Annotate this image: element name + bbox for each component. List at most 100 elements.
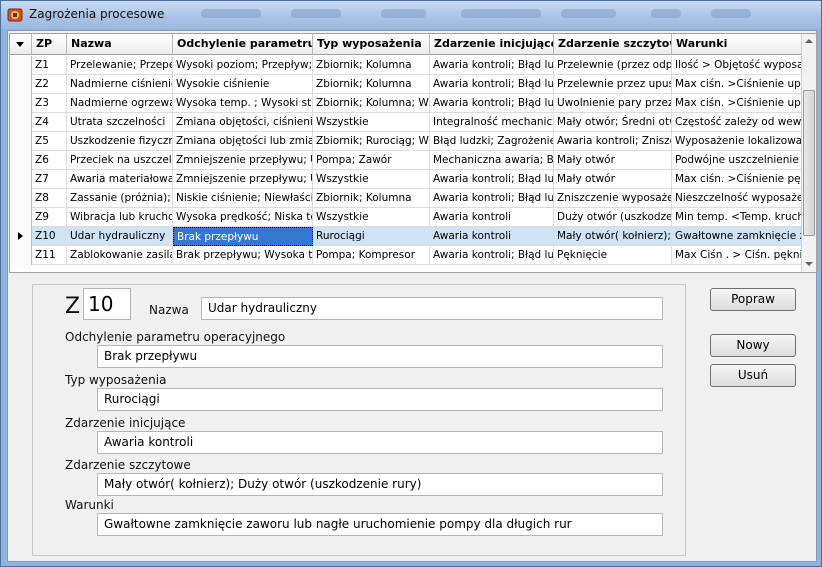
table-row[interactable]: Z5 Uszkodzenie fizyczne Zmiana objętości l… xyxy=(10,132,803,151)
table-cell[interactable]: Częstość zależy od wew... xyxy=(672,113,803,132)
table-cell[interactable]: Zbiornik; Kolumna xyxy=(313,189,430,208)
table-cell[interactable]: Wszystkie xyxy=(313,208,430,227)
table-row[interactable]: Z7 Awaria materiałowa; Zmniejszenie przepł… xyxy=(10,170,803,189)
table-cell[interactable]: Wibracja lub kruchość xyxy=(67,208,173,227)
table-cell[interactable]: Brak przepływu xyxy=(173,227,313,246)
table-cell[interactable]: Gwałtowne zamknięcie z... xyxy=(672,227,803,246)
row-indicator[interactable] xyxy=(10,56,32,75)
table-cell[interactable]: Udar hydrauliczny xyxy=(67,227,173,246)
table-cell[interactable]: Z2 xyxy=(32,75,67,94)
table-cell[interactable]: Brak przepływu; Wysoka tem xyxy=(173,246,313,265)
table-cell[interactable]: Mały otwór; Średni otw xyxy=(554,113,672,132)
table-cell[interactable]: Max ciśn. >Ciśnienie upu... xyxy=(672,94,803,113)
table-cell[interactable]: Utrata szczelności xyxy=(67,113,173,132)
row-indicator[interactable] xyxy=(10,170,32,189)
table-cell[interactable]: Wysoka prędkość; Niska tem xyxy=(173,208,313,227)
table-cell[interactable]: Niskie ciśnienie; Niewłaściwy xyxy=(173,189,313,208)
table-cell[interactable]: Z11 xyxy=(32,246,67,265)
table-cell[interactable]: Ilość > Objętość wyposa... xyxy=(672,56,803,75)
row-indicator[interactable] xyxy=(10,94,32,113)
nowy-button[interactable]: Nowy xyxy=(710,334,796,357)
table-cell[interactable]: Wszystkie xyxy=(313,170,430,189)
table-row[interactable]: Z3 Nadmierne ogrzewar Wysoka temp. ; Wysok… xyxy=(10,94,803,113)
table-cell[interactable]: Awaria kontroli; Błąd ludzk xyxy=(430,246,554,265)
table-cell[interactable]: Z10 xyxy=(32,227,67,246)
row-indicator[interactable] xyxy=(10,208,32,227)
table-cell[interactable]: Zmniejszenie przepływu; Ut xyxy=(173,170,313,189)
table-row[interactable]: Z4 Utrata szczelności Zmiana objętości, ci… xyxy=(10,113,803,132)
table-cell[interactable]: Z1 xyxy=(32,56,67,75)
table-cell[interactable]: Pompa; Kompresor xyxy=(313,246,430,265)
table-cell[interactable]: Zbiornik; Kolumna; Wyn xyxy=(313,94,430,113)
table-cell[interactable]: Wszystkie xyxy=(313,113,430,132)
row-indicator[interactable] xyxy=(10,132,32,151)
table-cell[interactable]: Przeciek na uszczelni xyxy=(67,151,173,170)
table-cell[interactable]: Zbiornik; Kolumna xyxy=(313,75,430,94)
table-cell[interactable]: Duży otwór (uszkodzen xyxy=(554,208,672,227)
table-cell[interactable]: Awaria kontroli; Błąd ludzk xyxy=(430,56,554,75)
table-cell[interactable]: Pęknięcie xyxy=(554,246,672,265)
table-cell[interactable]: Zmniejszenie przepływu; Ut xyxy=(173,151,313,170)
column-header-odchylenie[interactable]: Odchylenie parametru o xyxy=(173,34,313,55)
table-cell[interactable]: Rurociągi xyxy=(313,227,430,246)
table-cell[interactable]: Awaria kontroli xyxy=(430,227,554,246)
z-number-field[interactable]: 10 xyxy=(83,288,131,320)
table-cell[interactable]: Awaria kontroli; Błąd ludzk xyxy=(430,94,554,113)
table-row[interactable]: Z2 Nadmierne ciśnienie Wysokie ciśnienie Zb… xyxy=(10,75,803,94)
row-indicator[interactable] xyxy=(10,189,32,208)
table-cell[interactable]: Awaria materiałowa; xyxy=(67,170,173,189)
table-cell[interactable]: Integralność mechaniczn xyxy=(430,113,554,132)
nazwa-field[interactable]: Udar hydrauliczny xyxy=(201,297,663,320)
table-cell[interactable]: Max ciśn. >Ciśnienie pęk... xyxy=(672,170,803,189)
table-row[interactable]: Z9Wibracja lub kruchośćWysoka prędkość; … xyxy=(10,208,803,227)
table-cell[interactable]: Z4 xyxy=(32,113,67,132)
table-row[interactable]: Z10 Udar hydrauliczny Brak przepływu Ruroci… xyxy=(10,227,803,246)
table-row[interactable]: Z8 Zassanie (próżnia); z Niskie ciśnienie;… xyxy=(10,189,803,208)
table-cell[interactable]: Pompa; Zawór xyxy=(313,151,430,170)
table-cell[interactable]: Max ciśn. >Ciśnienie upu... xyxy=(672,75,803,94)
column-header-szczytowe[interactable]: Zdarzenie szczytowe xyxy=(554,34,672,55)
table-cell[interactable]: Max Ciśn . > Ciśn. pękni xyxy=(672,246,803,265)
hazards-grid[interactable]: ZP Nazwa Odchylenie parametru o Typ wypo… xyxy=(9,33,817,273)
column-header-inicjujace[interactable]: Zdarzenie inicjujące xyxy=(430,34,554,55)
column-header-nazwa[interactable]: Nazwa xyxy=(67,34,173,55)
scroll-down-icon[interactable] xyxy=(802,257,816,272)
table-cell[interactable]: Mały otwór( kołnierz); I xyxy=(554,227,672,246)
typ-field[interactable]: Rurociągi xyxy=(97,388,663,411)
table-cell[interactable]: Nadmierne ogrzewar xyxy=(67,94,173,113)
szczytowe-field[interactable]: Mały otwór( kołnierz); Duży otwór (uszko… xyxy=(97,473,663,496)
table-cell[interactable]: Mały otwór xyxy=(554,151,672,170)
table-cell[interactable]: Awaria kontroli; Błąd ludzk xyxy=(430,75,554,94)
row-indicator[interactable] xyxy=(10,227,32,246)
table-cell[interactable]: Nieszczelność wyposaże... xyxy=(672,189,803,208)
table-cell[interactable]: Awaria kontroli; Błąd ludzk xyxy=(430,170,554,189)
table-cell[interactable]: Błąd ludzki; Zagrożenie r xyxy=(430,132,554,151)
table-cell[interactable]: Przelewnie (przez odpo xyxy=(554,56,672,75)
table-cell[interactable]: Uszkodzenie fizyczne xyxy=(67,132,173,151)
odchylenie-field[interactable]: Brak przepływu xyxy=(97,345,663,368)
table-cell[interactable]: Wyposażenie lokalizowa... xyxy=(672,132,803,151)
grid-vertical-scrollbar[interactable] xyxy=(801,34,816,272)
table-cell[interactable]: Awaria kontroli xyxy=(430,208,554,227)
table-cell[interactable]: Wysokie ciśnienie xyxy=(173,75,313,94)
table-cell[interactable]: Z8 xyxy=(32,189,67,208)
scroll-up-icon[interactable] xyxy=(802,34,816,49)
table-cell[interactable]: Przelewanie; Przepełn xyxy=(67,56,173,75)
row-indicator[interactable] xyxy=(10,75,32,94)
header-indicator[interactable] xyxy=(10,34,32,55)
popraw-button[interactable]: Popraw xyxy=(710,288,796,311)
table-cell[interactable]: Z7 xyxy=(32,170,67,189)
table-cell[interactable]: Zmiana objętości, ciśnienia la xyxy=(173,113,313,132)
table-cell[interactable]: Z9 xyxy=(32,208,67,227)
table-cell[interactable]: Zmiana objętości lub zmiana xyxy=(173,132,313,151)
column-header-zp[interactable]: ZP xyxy=(32,34,67,55)
table-row[interactable]: Z6 Przeciek na uszczelni Zmniejszenie prze… xyxy=(10,151,803,170)
column-header-typ[interactable]: Typ wyposażenia xyxy=(313,34,430,55)
table-cell[interactable]: Uwolnienie pary przez u xyxy=(554,94,672,113)
table-cell[interactable]: Z5 xyxy=(32,132,67,151)
table-cell[interactable]: Wysoka temp. ; Wysoki stru xyxy=(173,94,313,113)
table-cell[interactable]: Zassanie (próżnia); z xyxy=(67,189,173,208)
row-indicator[interactable] xyxy=(10,151,32,170)
table-cell[interactable]: Z6 xyxy=(32,151,67,170)
row-indicator[interactable] xyxy=(10,113,32,132)
